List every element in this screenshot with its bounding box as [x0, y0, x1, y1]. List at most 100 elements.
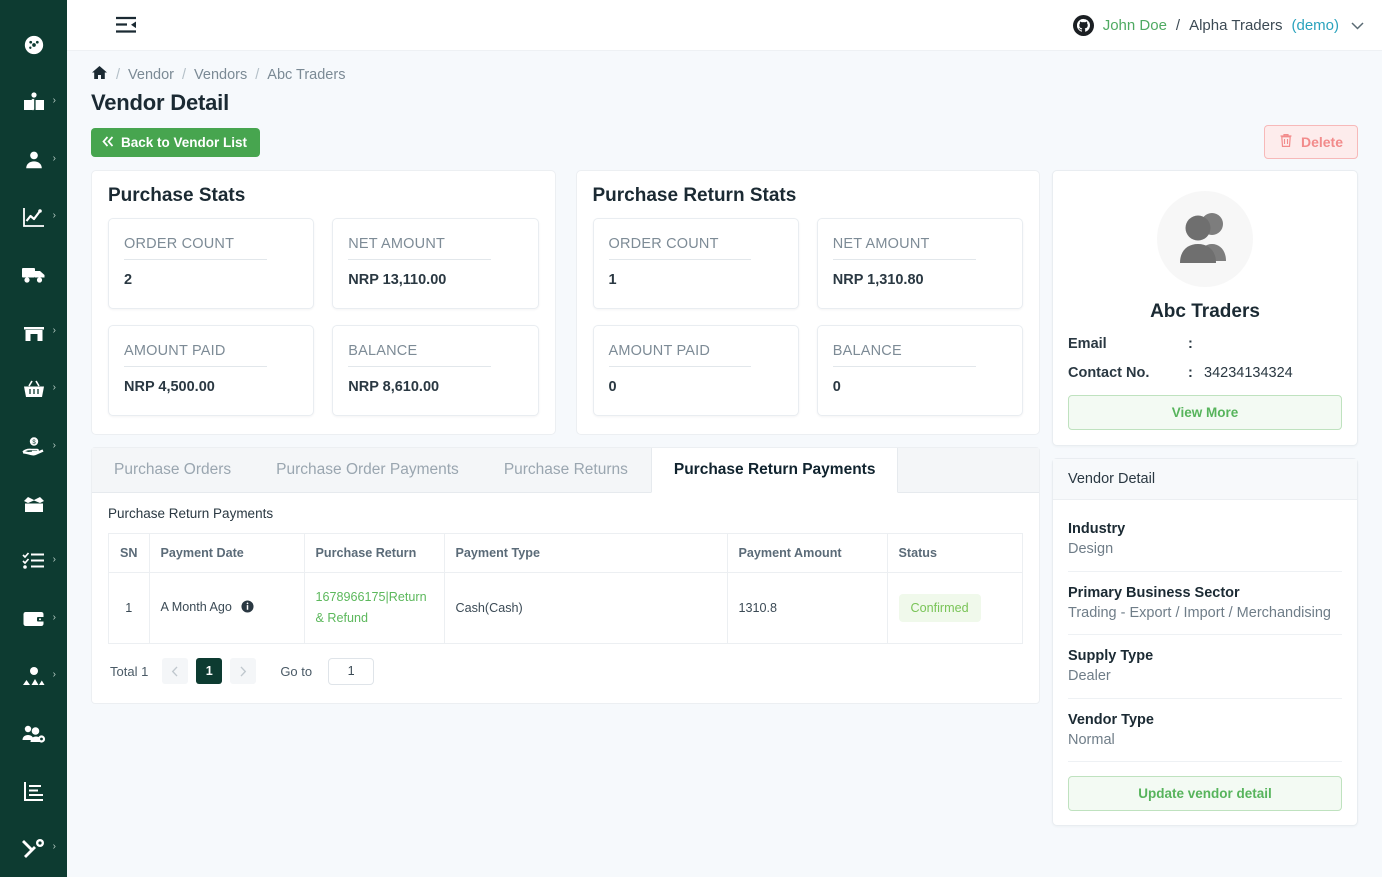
page-actions: Back to Vendor List Delete	[91, 125, 1358, 159]
double-chevron-left-icon	[102, 135, 114, 150]
pagination-goto-input[interactable]	[328, 657, 375, 685]
tab-purchase-orders[interactable]: Purchase Orders	[92, 448, 254, 492]
stat-value: NRP 8,610.00	[348, 379, 440, 395]
purchase-stats-grid: ORDER COUNT 2 NET AMOUNT NRP 13,110.00 A…	[108, 218, 539, 416]
sidebar-item-settings[interactable]: ›	[0, 820, 67, 877]
stat-value: 1	[608, 272, 617, 288]
vendor-detail-body: Industry Design Primary Business Sector …	[1053, 500, 1357, 825]
stat-card: ORDER COUNT 1	[592, 218, 799, 309]
main-area: John Doe / Alpha Traders (demo) / Vendor…	[67, 0, 1382, 877]
chevron-down-icon[interactable]	[1351, 17, 1364, 33]
purchase-return-link[interactable]: 1678966175|Return & Refund	[316, 590, 427, 625]
stat-card: ORDER COUNT 2	[108, 218, 315, 309]
right-column: Abc Traders Email : Contact No. : 342341…	[1052, 170, 1358, 827]
tab-strip-filler	[898, 448, 1039, 492]
user-menu[interactable]: John Doe / Alpha Traders (demo)	[1072, 14, 1364, 36]
sidebar-item-reports[interactable]	[0, 762, 67, 819]
chevron-right-icon: ›	[52, 152, 56, 164]
view-more-button[interactable]: View More	[1068, 395, 1342, 430]
stat-label: AMOUNT PAID	[124, 343, 267, 367]
sidebar-item-payment[interactable]: $ ›	[0, 418, 67, 475]
home-icon[interactable]	[91, 65, 108, 84]
table-row: 1 A Month Ago 1678966175|Return & Refund…	[108, 572, 1023, 644]
storefront-icon	[22, 321, 46, 343]
cell-purchase-return: 1678966175|Return & Refund	[303, 572, 445, 644]
tab-strip: Purchase Orders Purchase Order Payments …	[92, 448, 1039, 493]
detail-value: Dealer	[1068, 668, 1111, 685]
detail-row-supply-type: Supply Type Dealer	[1068, 635, 1342, 699]
cell-payment-type: Cash(Cash)	[443, 572, 728, 644]
sidebar-item-tasks[interactable]: ›	[0, 533, 67, 590]
purchase-return-payments-table: SN Payment Date Purchase Return Payment …	[108, 533, 1023, 644]
sidebar-item-customer[interactable]: ›	[0, 131, 67, 188]
sidebar-item-store[interactable]: ›	[0, 303, 67, 360]
body-grid: Purchase Stats ORDER COUNT 2 NET AMOUNT …	[67, 159, 1382, 827]
tools-icon	[21, 837, 46, 859]
detail-row-industry: Industry Design	[1068, 508, 1342, 572]
sidebar-item-catalog[interactable]: ›	[0, 73, 67, 130]
column-payment-amount: Payment Amount	[726, 533, 888, 573]
chevron-right-icon: ›	[52, 209, 56, 221]
purchase-return-stats-title: Purchase Return Stats	[592, 185, 797, 206]
sidebar-item-purchase[interactable]: ›	[0, 360, 67, 417]
vendor-email-label: Email	[1068, 336, 1107, 352]
checklist-icon	[21, 551, 46, 571]
purchase-stats-title: Purchase Stats	[108, 185, 246, 206]
delete-button[interactable]: Delete	[1263, 125, 1358, 159]
purchase-return-stats-grid: ORDER COUNT 1 NET AMOUNT NRP 1,310.80 AM…	[592, 218, 1023, 416]
column-status: Status	[886, 533, 1023, 573]
chevron-right-icon: ›	[52, 439, 56, 451]
update-vendor-detail-button[interactable]: Update vendor detail	[1068, 776, 1342, 812]
detail-value: Design	[1068, 541, 1114, 557]
column-payment-date: Payment Date	[148, 533, 305, 573]
info-circle-icon[interactable]	[241, 600, 254, 616]
column-purchase-return: Purchase Return	[303, 533, 445, 573]
user-name: John Doe	[1102, 16, 1167, 34]
pagination-prev-button[interactable]	[162, 658, 189, 685]
stat-value: 0	[832, 379, 841, 395]
tab-purchase-returns[interactable]: Purchase Returns	[482, 448, 651, 492]
back-to-vendor-list-button[interactable]: Back to Vendor List	[91, 127, 261, 157]
sidebar-item-user-management[interactable]	[0, 705, 67, 762]
sidebar-item-vendor[interactable]: ›	[0, 647, 67, 704]
bar-report-icon	[23, 781, 45, 801]
table-header-row: SN Payment Date Purchase Return Payment …	[108, 533, 1023, 573]
book-open-icon	[22, 91, 46, 113]
vendor-name: Abc Traders	[1150, 301, 1260, 322]
status-badge: Confirmed	[898, 593, 981, 622]
chevron-right-icon: ›	[52, 95, 56, 107]
stat-label: NET AMOUNT	[348, 236, 492, 260]
tabs-panel: Purchase Orders Purchase Order Payments …	[91, 447, 1040, 704]
pagination-page-1[interactable]: 1	[196, 658, 223, 685]
stats-row: Purchase Stats ORDER COUNT 2 NET AMOUNT …	[91, 170, 1040, 435]
chevron-right-icon: ›	[52, 382, 56, 394]
pagination-next-button[interactable]	[230, 658, 257, 685]
back-button-label: Back to Vendor List	[121, 134, 248, 150]
sidebar-item-sales-analytics[interactable]: ›	[0, 188, 67, 245]
sidebar-item-dashboard[interactable]	[0, 16, 67, 73]
tab-purchase-order-payments[interactable]: Purchase Order Payments	[254, 448, 482, 492]
sidebar-item-wallet[interactable]: ›	[0, 590, 67, 647]
breadcrumb-item-vendor[interactable]: Vendor	[128, 67, 174, 83]
table-header: SN Payment Date Purchase Return Payment …	[108, 533, 1023, 573]
sidebar-item-delivery[interactable]	[0, 246, 67, 303]
tab-panel-body: Purchase Return Payments SN Payment Date…	[92, 493, 1039, 703]
stat-card: NET AMOUNT NRP 13,110.00	[332, 218, 539, 309]
stat-value: 0	[608, 379, 617, 395]
menu-collapse-icon[interactable]	[113, 12, 139, 38]
detail-value: Normal	[1068, 731, 1115, 748]
purchase-return-stats-panel: Purchase Return Stats ORDER COUNT 1 NET …	[575, 170, 1040, 435]
purchase-stats-panel: Purchase Stats ORDER COUNT 2 NET AMOUNT …	[91, 170, 556, 435]
tab-purchase-return-payments[interactable]: Purchase Return Payments	[650, 448, 899, 493]
chevron-right-icon: ›	[52, 841, 56, 853]
breadcrumb: / Vendor / Vendors / Abc Traders	[91, 65, 1358, 84]
chevron-right-icon: ›	[52, 324, 56, 336]
cell-sn: 1	[108, 572, 150, 644]
detail-label: Industry	[1068, 521, 1126, 537]
trash-icon	[1279, 133, 1293, 151]
breadcrumb-item-vendors[interactable]: Vendors	[194, 67, 247, 83]
sidebar-item-inventory[interactable]	[0, 475, 67, 532]
stat-value: NRP 4,500.00	[124, 379, 215, 395]
detail-value: Trading - Export / Import / Merchandisin…	[1068, 604, 1331, 621]
detail-label: Vendor Type	[1068, 711, 1154, 728]
